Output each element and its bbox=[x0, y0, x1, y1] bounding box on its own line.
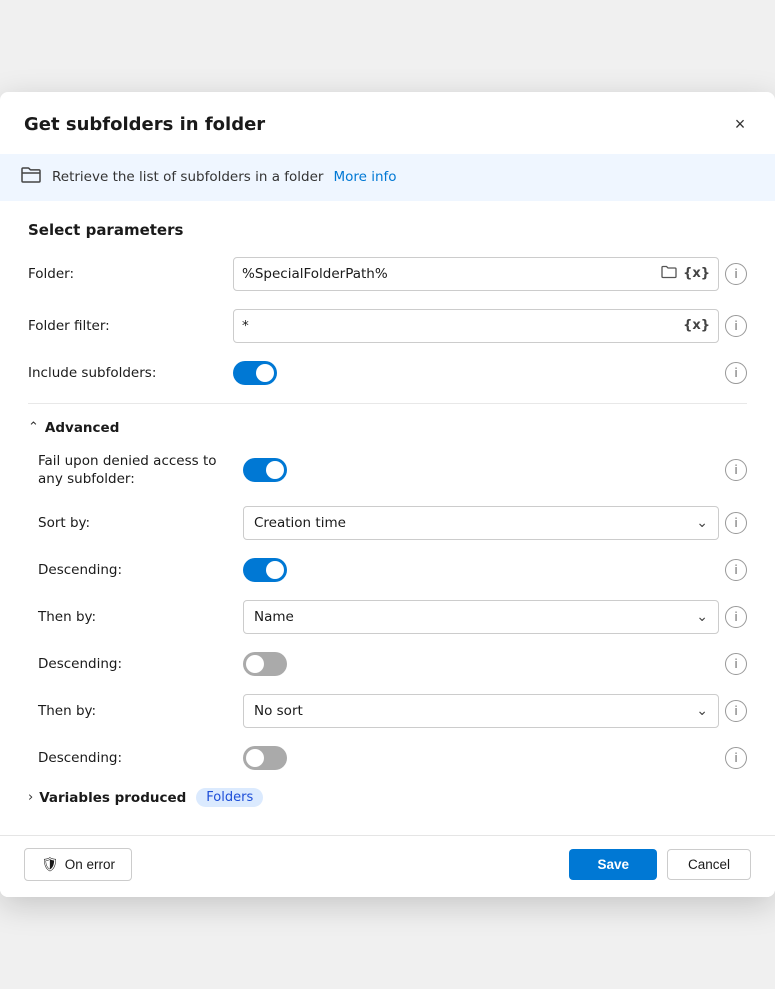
variables-header[interactable]: › Variables produced bbox=[28, 790, 186, 806]
more-info-link[interactable]: More info bbox=[333, 169, 396, 185]
fail-denied-row: Fail upon denied access to any subfolder… bbox=[38, 452, 747, 488]
footer-right: Save Cancel bbox=[569, 849, 751, 880]
sort-by-arrow: ⌄ bbox=[696, 515, 708, 531]
folder-icon bbox=[20, 166, 42, 189]
close-button[interactable]: × bbox=[725, 110, 755, 140]
variables-chevron: › bbox=[28, 790, 33, 805]
folder-filter-value: * bbox=[242, 318, 249, 334]
then-by2-row: Then by: No sort ⌄ i bbox=[38, 694, 747, 728]
variables-section: › Variables produced Folders bbox=[28, 788, 747, 807]
folder-value: %SpecialFolderPath% bbox=[242, 266, 388, 282]
dialog-title: Get subfolders in folder bbox=[24, 114, 265, 135]
folder-input[interactable]: %SpecialFolderPath% {x} bbox=[233, 257, 719, 291]
folder-filter-icons: {x} bbox=[683, 318, 710, 333]
sort-by-control: Creation time ⌄ i bbox=[243, 506, 747, 540]
then-by1-row: Then by: Name ⌄ i bbox=[38, 600, 747, 634]
fail-denied-control: i bbox=[243, 458, 747, 482]
include-subfolders-control: i bbox=[233, 361, 747, 385]
variable-icon-filter[interactable]: {x} bbox=[683, 318, 710, 333]
then-by2-control: No sort ⌄ i bbox=[243, 694, 747, 728]
info-banner-text: Retrieve the list of subfolders in a fol… bbox=[52, 169, 323, 185]
folder-filter-row: Folder filter: * {x} i bbox=[28, 309, 747, 343]
fail-denied-toggle[interactable] bbox=[243, 458, 287, 482]
then-by1-value: Name bbox=[254, 609, 294, 625]
folder-filter-input[interactable]: * {x} bbox=[233, 309, 719, 343]
include-subfolders-row: Include subfolders: i bbox=[28, 361, 747, 385]
include-subfolders-label: Include subfolders: bbox=[28, 365, 223, 381]
browse-icon[interactable] bbox=[661, 265, 677, 283]
descending2-info-icon[interactable]: i bbox=[725, 653, 747, 675]
variable-icon[interactable]: {x} bbox=[683, 266, 710, 281]
descending1-control: i bbox=[243, 558, 747, 582]
descending3-info-icon[interactable]: i bbox=[725, 747, 747, 769]
descending1-toggle[interactable] bbox=[243, 558, 287, 582]
dialog-body: Select parameters Folder: %SpecialFolder… bbox=[0, 201, 775, 835]
then-by2-info-icon[interactable]: i bbox=[725, 700, 747, 722]
descending1-info-icon[interactable]: i bbox=[725, 559, 747, 581]
descending2-label: Descending: bbox=[38, 656, 233, 672]
descending2-toggle[interactable] bbox=[243, 652, 287, 676]
variables-label: Variables produced bbox=[39, 790, 186, 806]
advanced-chevron: ⌃ bbox=[28, 420, 39, 435]
shield-icon: 🛡 bbox=[41, 856, 59, 873]
cancel-button[interactable]: Cancel bbox=[667, 849, 751, 880]
then-by1-dropdown[interactable]: Name ⌄ bbox=[243, 600, 719, 634]
variables-badge: Folders bbox=[196, 788, 263, 807]
descending2-row: Descending: i bbox=[38, 652, 747, 676]
include-subfolders-info-icon[interactable]: i bbox=[725, 362, 747, 384]
on-error-button[interactable]: 🛡 On error bbox=[24, 848, 132, 881]
sort-by-row: Sort by: Creation time ⌄ i bbox=[38, 506, 747, 540]
folder-info-icon[interactable]: i bbox=[725, 263, 747, 285]
section-title: Select parameters bbox=[28, 221, 747, 239]
then-by1-info-icon[interactable]: i bbox=[725, 606, 747, 628]
then-by2-arrow: ⌄ bbox=[696, 703, 708, 719]
fail-denied-info-icon[interactable]: i bbox=[725, 459, 747, 481]
then-by1-arrow: ⌄ bbox=[696, 609, 708, 625]
then-by2-dropdown[interactable]: No sort ⌄ bbox=[243, 694, 719, 728]
title-bar: Get subfolders in folder × bbox=[0, 92, 775, 154]
dialog: Get subfolders in folder × Retrieve the … bbox=[0, 92, 775, 897]
info-banner: Retrieve the list of subfolders in a fol… bbox=[0, 154, 775, 201]
descending3-row: Descending: i bbox=[38, 746, 747, 770]
sort-by-value: Creation time bbox=[254, 515, 346, 531]
folder-row: Folder: %SpecialFolderPath% {x} i bbox=[28, 257, 747, 291]
folder-control: %SpecialFolderPath% {x} i bbox=[233, 257, 747, 291]
sort-by-label: Sort by: bbox=[38, 515, 233, 531]
folder-input-icons: {x} bbox=[661, 265, 710, 283]
dialog-footer: 🛡 On error Save Cancel bbox=[0, 835, 775, 897]
descending3-toggle[interactable] bbox=[243, 746, 287, 770]
advanced-rows: Fail upon denied access to any subfolder… bbox=[28, 452, 747, 770]
descending2-control: i bbox=[243, 652, 747, 676]
include-subfolders-toggle[interactable] bbox=[233, 361, 277, 385]
sort-by-info-icon[interactable]: i bbox=[725, 512, 747, 534]
folder-label: Folder: bbox=[28, 266, 223, 282]
advanced-header[interactable]: ⌃ Advanced bbox=[28, 420, 747, 436]
fail-denied-label: Fail upon denied access to any subfolder… bbox=[38, 452, 233, 488]
advanced-label: Advanced bbox=[45, 420, 119, 436]
save-button[interactable]: Save bbox=[569, 849, 657, 880]
folder-filter-label: Folder filter: bbox=[28, 318, 223, 334]
descending1-label: Descending: bbox=[38, 562, 233, 578]
divider bbox=[28, 403, 747, 404]
descending3-control: i bbox=[243, 746, 747, 770]
then-by1-label: Then by: bbox=[38, 609, 233, 625]
on-error-label: On error bbox=[65, 857, 115, 872]
folder-filter-info-icon[interactable]: i bbox=[725, 315, 747, 337]
then-by2-label: Then by: bbox=[38, 703, 233, 719]
descending3-label: Descending: bbox=[38, 750, 233, 766]
descending1-row: Descending: i bbox=[38, 558, 747, 582]
then-by2-value: No sort bbox=[254, 703, 303, 719]
sort-by-dropdown[interactable]: Creation time ⌄ bbox=[243, 506, 719, 540]
folder-filter-control: * {x} i bbox=[233, 309, 747, 343]
then-by1-control: Name ⌄ i bbox=[243, 600, 747, 634]
